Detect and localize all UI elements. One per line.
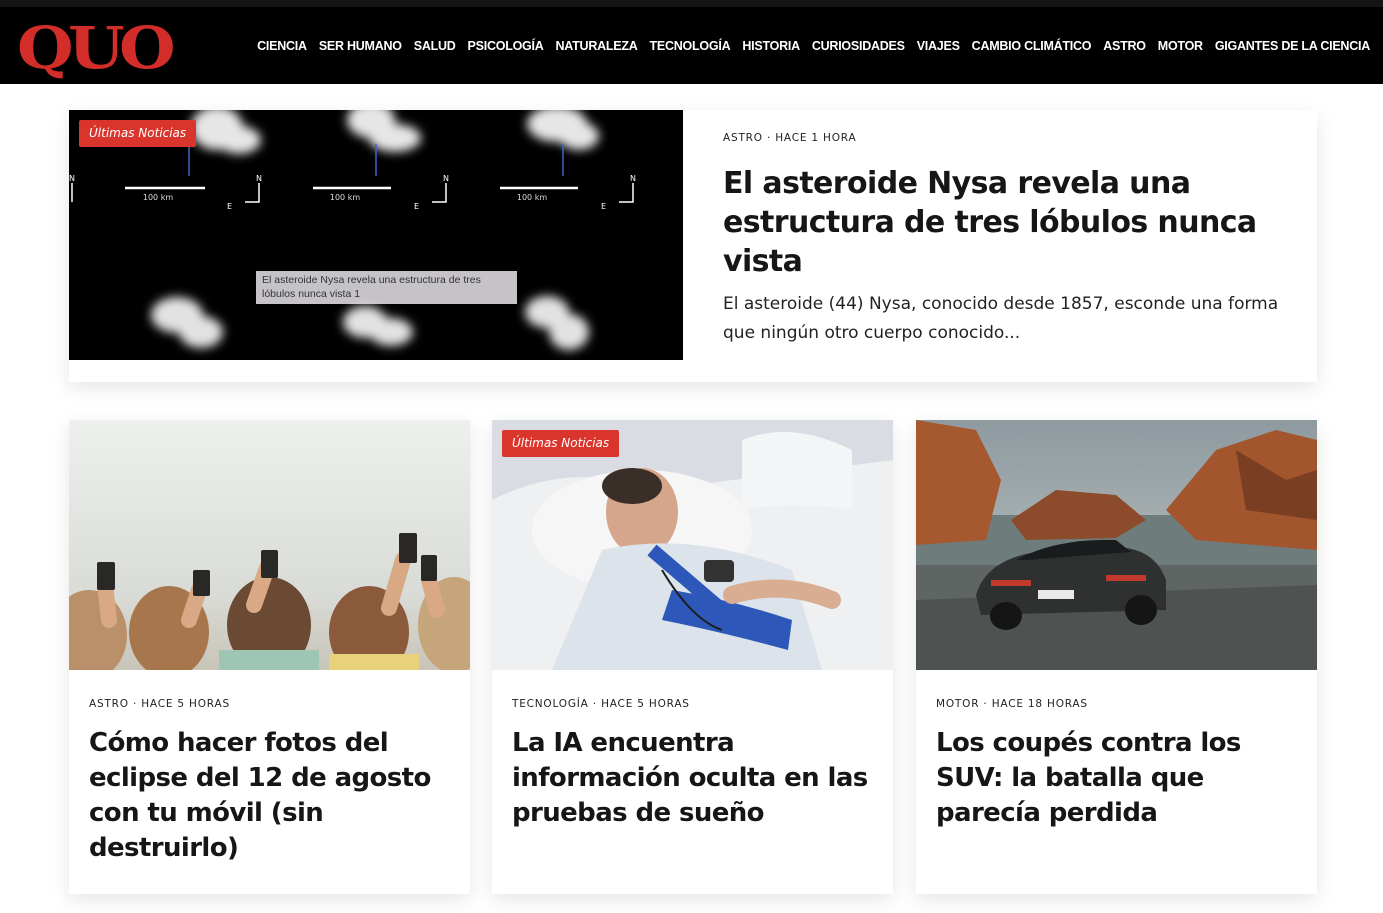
article-excerpt: El asteroide (44) Nysa, conocido desde 1… — [723, 294, 1279, 343]
article-body: ASTRO · HACE 5 HORAS Cómo hacer fotos de… — [89, 698, 454, 866]
site-header: QUO CIENCIA SER HUMANO SALUD PSICOLOGÍA … — [0, 0, 1383, 84]
sleep-study-image — [492, 420, 893, 670]
featured-article-image[interactable]: 100 km 100 km 100 km N E N E N E N Últim… — [69, 110, 683, 360]
svg-text:N: N — [256, 174, 262, 183]
nav-item-tecnologia[interactable]: TECNOLOGÍA — [650, 39, 731, 53]
main-nav: CIENCIA SER HUMANO SALUD PSICOLOGÍA NATU… — [257, 36, 1370, 56]
svg-text:N: N — [630, 174, 636, 183]
nav-item-psicologia[interactable]: PSICOLOGÍA — [468, 39, 544, 53]
nav-item-historia[interactable]: HISTORIA — [742, 39, 800, 53]
latest-news-badge[interactable]: Últimas Noticias — [502, 430, 620, 457]
svg-text:E: E — [414, 202, 419, 211]
nav-item-viajes[interactable]: VIAJES — [917, 39, 960, 53]
article-title[interactable]: La IA encuentra información oculta en la… — [512, 726, 877, 831]
article-card[interactable]: Últimas Noticias TECNOLOGÍA · HACE 5 HOR… — [492, 420, 893, 894]
site-logo[interactable]: QUO — [17, 13, 176, 83]
article-title[interactable]: El asteroide Nysa revela una estructura … — [723, 164, 1303, 281]
scale-label: 100 km — [330, 193, 360, 202]
article-card[interactable]: ASTRO · HACE 5 HORAS Cómo hacer fotos de… — [69, 420, 470, 894]
nav-item-motor[interactable]: MOTOR — [1158, 39, 1203, 53]
featured-article-text: ASTRO · HACE 1 HORA El asteroide Nysa re… — [723, 132, 1303, 348]
article-meta: TECNOLOGÍA · HACE 5 HORAS — [512, 698, 690, 710]
article-meta: ASTRO · HACE 1 HORA — [723, 132, 857, 144]
article-title[interactable]: Los coupés contra los SUV: la batalla qu… — [936, 726, 1301, 831]
nav-item-salud[interactable]: SALUD — [414, 39, 456, 53]
scale-label: 100 km — [517, 193, 547, 202]
article-title[interactable]: Cómo hacer fotos del eclipse del 12 de a… — [89, 726, 454, 866]
article-meta: ASTRO · HACE 5 HORAS — [89, 698, 230, 710]
nav-item-cambio-climatico[interactable]: CAMBIO CLIMÁTICO — [972, 39, 1092, 53]
nav-item-curiosidades[interactable]: CURIOSIDADES — [812, 39, 905, 53]
article-body: MOTOR · HACE 18 HORAS Los coupés contra … — [936, 698, 1301, 831]
nav-item-ser-humano[interactable]: SER HUMANO — [319, 39, 402, 53]
svg-text:E: E — [601, 202, 606, 211]
scale-label: 100 km — [143, 193, 173, 202]
article-image[interactable] — [916, 420, 1317, 670]
svg-text:N: N — [69, 174, 75, 183]
nav-item-naturaleza[interactable]: NATURALEZA — [556, 39, 638, 53]
latest-news-badge[interactable]: Últimas Noticias — [79, 120, 197, 147]
nav-item-gigantes-de-la-ciencia[interactable]: GIGANTES DE LA CIENCIA — [1215, 39, 1370, 53]
asteroid-images: 100 km 100 km 100 km N E N E N E N — [69, 110, 636, 350]
nav-item-ciencia[interactable]: CIENCIA — [257, 39, 307, 53]
nav-item-astro[interactable]: ASTRO — [1103, 39, 1146, 53]
article-image[interactable] — [69, 420, 470, 670]
eclipse-photo-image — [69, 420, 470, 670]
image-caption: El asteroide Nysa revela una estructura … — [256, 271, 517, 304]
svg-text:N: N — [443, 174, 449, 183]
article-card[interactable]: MOTOR · HACE 18 HORAS Los coupés contra … — [916, 420, 1317, 894]
article-meta: MOTOR · HACE 18 HORAS — [936, 698, 1088, 710]
article-image[interactable]: Últimas Noticias — [492, 420, 893, 670]
featured-article-card[interactable]: 100 km 100 km 100 km N E N E N E N Últim… — [69, 110, 1317, 382]
article-body: TECNOLOGÍA · HACE 5 HORAS La IA encuentr… — [512, 698, 877, 831]
svg-text:E: E — [227, 202, 232, 211]
coupe-car-image — [916, 420, 1317, 670]
